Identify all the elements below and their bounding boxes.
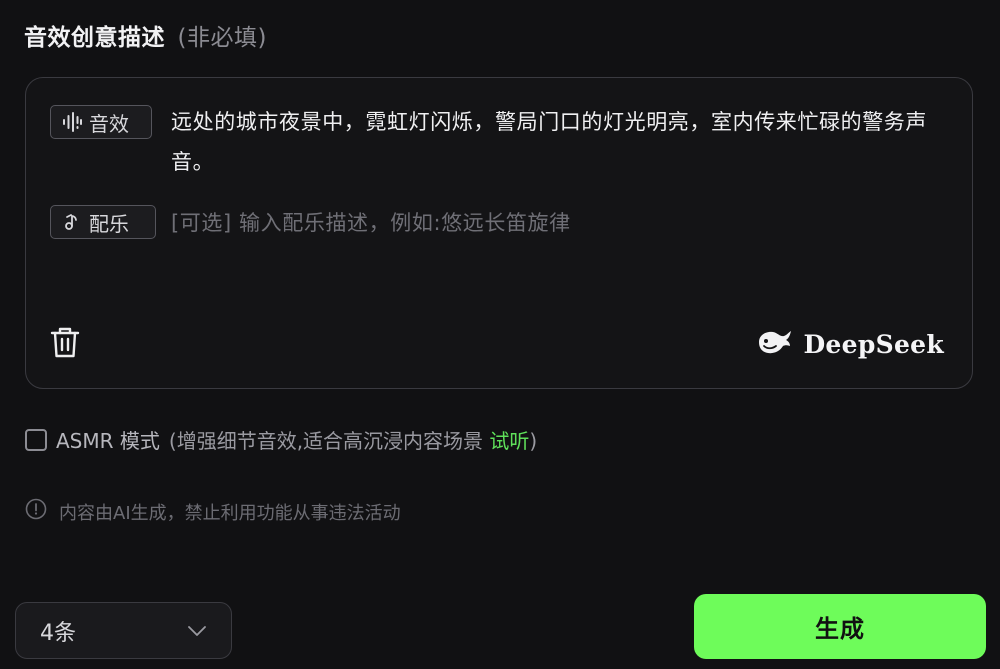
asmr-label[interactable]: ASMR 模式 — [56, 425, 160, 454]
sfx-description-text[interactable]: 远处的城市夜景中，霓虹灯闪烁，警局门口的灯光明亮，室内传来忙碌的警务声音。 — [171, 102, 961, 182]
trash-icon — [50, 326, 80, 364]
music-description-input[interactable] — [171, 205, 871, 241]
model-brand: DeepSeek — [757, 328, 944, 360]
music-note-icon — [61, 211, 83, 233]
count-select[interactable]: 4条 — [15, 602, 232, 659]
section-title-text: 音效创意描述 — [24, 25, 165, 51]
section-title: 音效创意描述 (非必填) — [24, 18, 267, 52]
delete-button[interactable] — [48, 326, 82, 364]
asmr-option: ASMR 模式 (增强细节音效,适合高沉浸内容场景 试听) — [25, 425, 537, 454]
optional-hint: (非必填) — [177, 25, 267, 51]
sound-effect-form: 音效创意描述 (非必填) 音效 远处的城市夜景中，霓虹灯闪烁，警局门口的灯光明亮… — [0, 0, 1000, 669]
sfx-tag-label: 音效 — [89, 111, 129, 136]
music-tag-label: 配乐 — [89, 211, 129, 236]
chevron-down-icon — [187, 618, 207, 643]
music-tag[interactable]: 配乐 — [50, 205, 156, 239]
asmr-description: (增强细节音效,适合高沉浸内容场景 — [168, 429, 484, 453]
sfx-tag[interactable]: 音效 — [50, 105, 152, 139]
notice-text: 内容由AI生成，禁止利用功能从事违法活动 — [59, 502, 401, 524]
generate-button[interactable]: 生成 — [694, 594, 986, 659]
waveform-icon — [61, 111, 83, 133]
asmr-description-suffix: ) — [529, 429, 538, 453]
description-editor[interactable]: 音效 远处的城市夜景中，霓虹灯闪烁，警局门口的灯光明亮，室内传来忙碌的警务声音。… — [25, 77, 973, 389]
listen-link[interactable]: 试听 — [489, 429, 529, 453]
ai-notice: 内容由AI生成，禁止利用功能从事违法活动 — [25, 498, 401, 525]
whale-logo-icon — [757, 328, 793, 360]
brand-name: DeepSeek — [803, 329, 944, 359]
count-value: 4条 — [40, 620, 76, 646]
info-circle-icon — [25, 498, 47, 525]
asmr-checkbox[interactable] — [25, 428, 47, 451]
